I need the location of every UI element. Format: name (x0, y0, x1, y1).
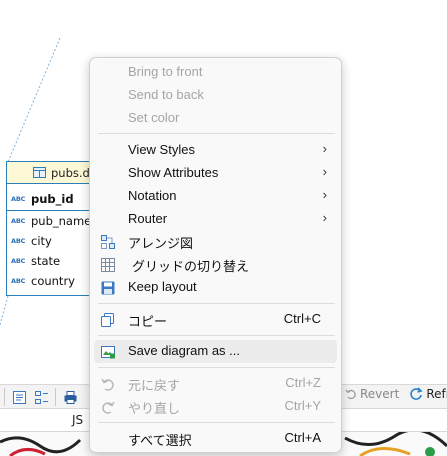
menu-item-undo[interactable]: 元に戻す Ctrl+Z (94, 372, 337, 395)
column-name: country (31, 274, 75, 288)
menu-item-label: Show Attributes (128, 165, 219, 180)
menu-item-view-styles[interactable]: View Styles › (94, 139, 337, 162)
menu-item-bring-to-front[interactable]: Bring to front (94, 61, 337, 84)
menu-separator (98, 367, 335, 368)
menu-item-label: Keep layout (128, 279, 197, 294)
revert-icon (345, 389, 356, 400)
menu-item-shortcut: Ctrl+A (284, 430, 321, 445)
refresh-label: Refre (426, 387, 447, 401)
menu-item-label: Bring to front (128, 64, 203, 79)
menu-item-shortcut: Ctrl+Y (284, 398, 321, 413)
toolbar-separator (55, 388, 56, 406)
menu-item-label: Notation (128, 188, 177, 203)
column-name: pub_name (31, 214, 92, 228)
chevron-right-icon: › (322, 187, 327, 202)
redo-icon (102, 401, 115, 414)
string-type-icon: ABC (11, 257, 26, 265)
menu-item-label: アレンジ図 (128, 236, 194, 251)
refresh-icon (410, 387, 423, 400)
save-layout-icon (101, 281, 115, 295)
undo-icon (101, 378, 114, 391)
string-type-icon: ABC (11, 237, 26, 245)
copy-icon (101, 313, 114, 327)
menu-item-router[interactable]: Router › (94, 208, 337, 231)
menu-item-grid-toggle[interactable]: グリッドの切り替え (94, 253, 337, 276)
menu-item-label: Send to back (128, 87, 204, 102)
menu-item-show-attributes[interactable]: Show Attributes › (94, 162, 337, 185)
menu-item-select-all[interactable]: すべて選択 Ctrl+A (94, 427, 337, 450)
column-name: state (31, 254, 61, 268)
chevron-right-icon: › (322, 210, 327, 225)
menu-item-label: Router (128, 211, 168, 226)
menu-item-label: Save diagram as ... (128, 343, 240, 358)
status-text: JS (72, 413, 84, 427)
save-image-icon (101, 346, 115, 359)
menu-item-redo[interactable]: やり直し Ctrl+Y (94, 395, 337, 418)
column-name: pub_id (31, 191, 74, 206)
chevron-right-icon: › (322, 164, 327, 179)
menu-item-set-color[interactable]: Set color (94, 107, 337, 130)
context-menu: Bring to front Send to back Set color Vi… (89, 57, 342, 453)
layout-icon (34, 390, 48, 404)
menu-separator (98, 303, 335, 304)
menu-item-keep-layout[interactable]: Keep layout (94, 276, 337, 299)
print-icon (64, 390, 76, 404)
revert-label: Revert (360, 387, 400, 401)
properties-button[interactable] (8, 387, 30, 407)
menu-separator (98, 422, 335, 423)
print-button[interactable] (59, 387, 81, 407)
menu-item-label: Set color (128, 110, 180, 125)
menu-item-label: やり直し (128, 401, 181, 416)
column-name: city (31, 234, 52, 248)
string-type-icon: ABC (11, 217, 26, 225)
chevron-right-icon: › (322, 141, 327, 156)
string-type-icon: ABC (11, 277, 26, 285)
grid-icon (101, 258, 115, 272)
menu-item-label: グリッドの切り替え (132, 259, 250, 274)
menu-item-label: View Styles (128, 142, 195, 157)
menu-item-notation[interactable]: Notation › (94, 185, 337, 208)
toolbar-separator (4, 388, 5, 406)
refresh-button[interactable]: Refre (409, 387, 447, 401)
menu-item-copy[interactable]: コピー Ctrl+C (94, 308, 337, 331)
list-icon (12, 390, 26, 404)
menu-item-label: 元に戻す (128, 378, 181, 393)
menu-item-label: コピー (128, 314, 168, 329)
menu-item-shortcut: Ctrl+Z (285, 375, 321, 390)
menu-separator (98, 133, 335, 134)
menu-item-send-to-back[interactable]: Send to back (94, 84, 337, 107)
menu-item-arrange[interactable]: アレンジ図 (94, 230, 337, 253)
string-type-icon: ABC (11, 194, 26, 203)
menu-separator (98, 335, 335, 336)
layout-button[interactable] (30, 387, 52, 407)
menu-item-shortcut: Ctrl+C (283, 311, 321, 326)
menu-item-label: すべて選択 (128, 433, 192, 448)
menu-item-save-diagram[interactable]: Save diagram as ... (94, 340, 337, 363)
arrange-icon (101, 235, 115, 249)
revert-button[interactable]: Revert (345, 387, 399, 401)
table-icon (33, 167, 46, 178)
